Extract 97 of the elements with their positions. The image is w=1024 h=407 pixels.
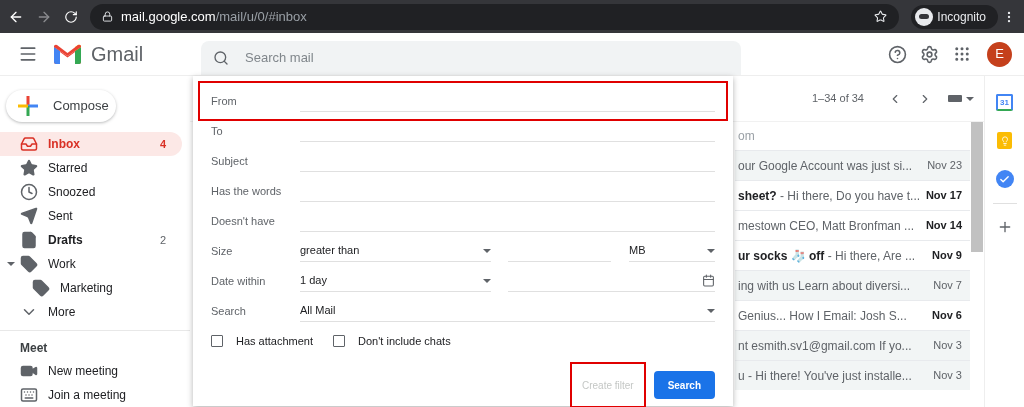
field-label: Subject	[211, 153, 249, 169]
label-icon	[32, 279, 50, 297]
email-row[interactable]: nt esmith.sv1@gmail.com If yo... Nov 3	[735, 330, 970, 360]
email-date: Nov 23	[927, 158, 963, 174]
field-label: Has the words	[211, 183, 283, 199]
search-icon[interactable]	[213, 50, 229, 66]
checkbox[interactable]	[333, 335, 346, 347]
checkbox[interactable]	[211, 335, 223, 347]
email-date: Nov 9	[932, 248, 963, 264]
plus-icon	[18, 96, 38, 116]
field-label: Size	[211, 243, 234, 259]
meet-item[interactable]: Join a meeting	[0, 383, 190, 407]
star-icon	[20, 159, 38, 177]
email-date: Nov 14	[925, 218, 963, 234]
email-date: Nov 6	[932, 308, 963, 324]
sidebar-item[interactable]: Snoozed	[0, 180, 182, 204]
list-header: om	[738, 128, 755, 145]
send-icon	[20, 207, 38, 225]
sidebar-item-label: More	[48, 304, 77, 321]
sidebar-item[interactable]: Drafts 2	[0, 228, 182, 252]
checkbox-label: Has attachment	[236, 333, 314, 349]
inbox-icon	[20, 135, 38, 153]
sidebar-item-label: Inbox	[48, 136, 81, 153]
section-title: Meet	[19, 340, 49, 357]
sidebar-item-label: Work	[48, 256, 77, 273]
dropdown-arrow-icon	[483, 278, 491, 283]
sidebar-item-label: Starred	[48, 160, 89, 177]
apps-icon[interactable]	[953, 45, 971, 63]
email-snippet: sheet? - Hi there, Do you have t...	[738, 187, 922, 205]
sidebar-item[interactable]: Inbox 4	[0, 132, 182, 156]
search-bar[interactable]: Search mail	[201, 41, 741, 75]
incognito-icon	[915, 7, 934, 26]
tasks-icon[interactable]	[995, 170, 1014, 188]
email-snippet: ing with us Learn about diversi...	[738, 277, 912, 295]
keyboard-icon	[20, 386, 38, 404]
field-label: From	[211, 93, 238, 109]
email-snippet: u - Hi there! You've just installe...	[738, 367, 913, 385]
email-date: Nov 17	[925, 188, 963, 204]
email-snippet: Genius... How I Email: Josh S...	[738, 307, 908, 325]
sidebar-item[interactable]: Work	[0, 252, 182, 276]
email-snippet: mestown CEO, Matt Bronfman ...	[738, 217, 916, 235]
dropdown-arrow-icon	[483, 248, 491, 253]
unread-count: 2	[159, 232, 166, 248]
meet-item[interactable]: New meeting	[0, 359, 190, 383]
page-range: 1–34 of 34	[812, 91, 864, 107]
sidebar-item-label: Sent	[48, 208, 74, 225]
clock-icon	[20, 183, 38, 201]
sidebar-item[interactable]: More	[0, 300, 182, 324]
email-snippet: ur socks 🧦 off - Hi there, Are ...	[738, 247, 917, 265]
sidebar-item[interactable]: Marketing	[0, 276, 182, 300]
url-text: mail.google.com/mail/u/0/#inbox	[121, 7, 308, 26]
sidebar-item[interactable]: Starred	[0, 156, 182, 180]
field-label: Doesn't have	[211, 213, 276, 229]
calendar-icon[interactable]: 31	[996, 94, 1013, 111]
email-row[interactable]: ing with us Learn about diversi... Nov 7	[735, 270, 970, 300]
input-tools-icon[interactable]	[948, 95, 974, 102]
sidebar-item[interactable]: Sent	[0, 204, 182, 228]
settings-icon[interactable]	[920, 44, 939, 64]
gmail-logo-icon	[54, 44, 81, 64]
unread-count: 4	[159, 136, 166, 152]
email-row[interactable]: our Google Account was just si... Nov 23	[735, 150, 970, 180]
avatar[interactable]: E	[987, 41, 1012, 67]
field-label: Date within	[211, 273, 267, 289]
document-icon	[20, 231, 38, 249]
email-snippet: nt esmith.sv1@gmail.com If yo...	[738, 337, 913, 355]
label-icon	[20, 255, 38, 273]
email-date: Nov 7	[933, 278, 963, 294]
field-label: Search	[211, 303, 247, 319]
email-date: Nov 3	[933, 368, 963, 384]
lock-icon	[102, 11, 113, 22]
calendar-icon[interactable]	[702, 274, 715, 287]
address-bar[interactable]: mail.google.com/mail/u/0/#inbox	[90, 3, 900, 30]
dropdown-arrow-icon	[707, 248, 715, 253]
checkbox-label: Don't include chats	[358, 333, 451, 349]
dropdown-arrow-icon	[707, 308, 715, 313]
sidebar-item-label: Drafts	[48, 232, 84, 249]
reload-icon[interactable]	[64, 9, 78, 24]
size-comparator-select[interactable]: greater than	[300, 240, 491, 262]
email-date: Nov 3	[933, 338, 963, 354]
size-unit-select[interactable]: MB	[629, 240, 715, 262]
email-row[interactable]: u - Hi there! You've just installe... Nov 3	[735, 360, 970, 390]
incognito-badge[interactable]: Incognito	[911, 4, 998, 29]
field-label: To	[211, 123, 224, 139]
date-range-select[interactable]: 1 day	[300, 270, 491, 292]
search-field[interactable]: Search mail	[245, 48, 729, 68]
sidebar-item-label: Snoozed	[48, 184, 97, 201]
help-icon[interactable]	[888, 44, 907, 64]
dropdown-arrow-icon	[966, 96, 974, 101]
app-name: Gmail	[91, 42, 145, 67]
compose-button[interactable]: Compose	[6, 90, 116, 122]
expand-arrow-icon[interactable]	[7, 260, 15, 268]
bookmark-star-icon[interactable]	[874, 10, 888, 23]
search-scope-select[interactable]: All Mail	[300, 300, 715, 322]
sidebar-item-label: Marketing	[60, 280, 114, 297]
menu-icon[interactable]	[18, 44, 38, 64]
search-button[interactable]: Search	[653, 371, 715, 399]
email-snippet: our Google Account was just si...	[738, 157, 914, 175]
